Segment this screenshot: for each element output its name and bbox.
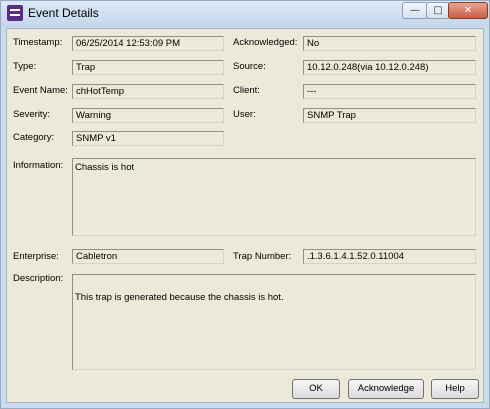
description-textarea[interactable]: This trap is generated because the chass… [72,274,476,370]
client-label: Client: [233,85,260,96]
dialog-body: Timestamp: 06/25/2014 12:53:09 PM Acknow… [6,28,484,403]
ok-button[interactable]: OK [292,379,340,399]
information-label: Information: [13,160,64,171]
help-button[interactable]: Help [431,379,479,399]
maximize-button[interactable]: □ [426,2,450,19]
event-name-field[interactable]: chHotTemp [72,84,224,99]
event-details-window: Event Details — □ ✕ Timestamp: 06/25/201… [0,0,490,409]
client-field[interactable]: --- [303,84,476,99]
information-textarea[interactable]: Chassis is hot [72,158,476,236]
category-field[interactable]: SNMP v1 [72,131,224,146]
enterprise-field[interactable]: Cabletron [72,249,224,264]
severity-field[interactable]: Warning [72,108,224,123]
acknowledged-label: Acknowledged: [233,37,298,48]
window-title: Event Details [28,6,99,20]
acknowledged-field[interactable]: No [303,36,476,51]
timestamp-field[interactable]: 06/25/2014 12:53:09 PM [72,36,224,51]
type-label: Type: [13,61,37,72]
app-icon [7,5,23,21]
source-field[interactable]: 10.12.0.248(via 10.12.0.248) [303,60,476,75]
trap-number-label: Trap Number: [233,251,292,262]
enterprise-label: Enterprise: [13,251,59,262]
severity-label: Severity: [13,109,50,120]
close-button[interactable]: ✕ [448,2,488,19]
user-label: User: [233,109,256,120]
user-field[interactable]: SNMP Trap [303,108,476,123]
title-bar[interactable]: Event Details — □ ✕ [1,1,489,27]
type-field[interactable]: Trap [72,60,224,75]
minimize-button[interactable]: — [402,2,428,19]
description-label: Description: [13,273,64,284]
source-label: Source: [233,61,266,72]
event-name-label: Event Name: [13,85,68,96]
timestamp-label: Timestamp: [13,37,63,48]
category-label: Category: [13,132,55,143]
trap-number-field[interactable]: .1.3.6.1.4.1.52.0.11004 [303,249,476,264]
acknowledge-button[interactable]: Acknowledge [348,379,424,399]
